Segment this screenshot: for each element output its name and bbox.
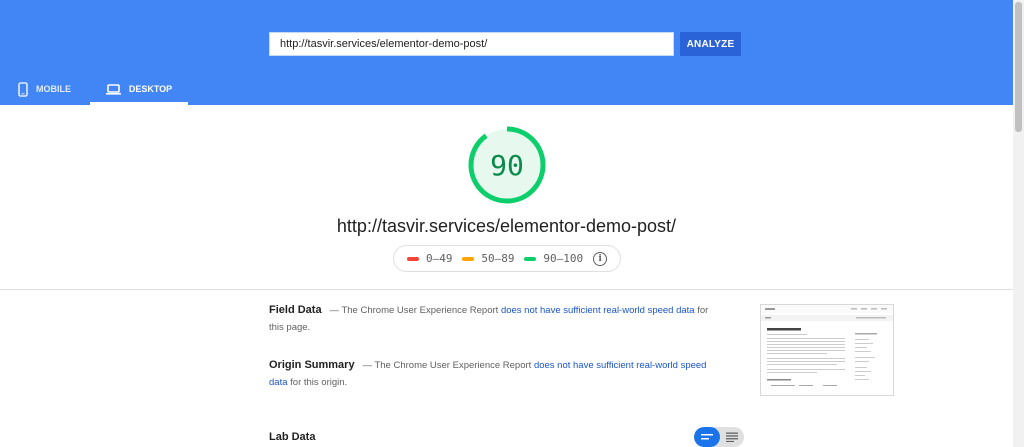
legend-label-average: 50–89 — [481, 252, 515, 265]
origin-summary-section: Origin Summary — The Chrome User Experie… — [269, 357, 709, 391]
tab-mobile-label: MOBILE — [36, 84, 71, 94]
list-compact-icon — [701, 433, 713, 439]
list-detail-icon — [726, 432, 738, 442]
field-data-link[interactable]: does not have sufficient real-world spee… — [501, 305, 695, 316]
scrollbar[interactable] — [1013, 0, 1024, 447]
tab-desktop-label: DESKTOP — [128, 84, 173, 94]
score-value: 90 — [490, 148, 524, 182]
scroll-thumb[interactable] — [1015, 2, 1022, 132]
legend-item-average: 50–89 — [462, 252, 514, 265]
origin-summary-text: The Chrome User Experience Report — [374, 360, 532, 371]
legend-item-good: 90–100 — [524, 252, 583, 265]
legend-label-good: 90–100 — [543, 252, 584, 265]
detail-view-toggle[interactable] — [720, 427, 744, 447]
laptop-icon — [105, 83, 121, 95]
legend-dash-poor — [406, 256, 419, 261]
header-bar: ANALYZE MOBILE DESKTOP — [0, 0, 1013, 105]
view-toggle[interactable] — [694, 427, 744, 447]
origin-summary-title: Origin Summary — [269, 359, 355, 371]
analyzed-url: http://tasvir.services/elementor-demo-po… — [336, 216, 677, 236]
tab-indicator — [90, 102, 188, 105]
page-screenshot-thumbnail — [760, 304, 894, 396]
analyze-button[interactable]: ANALYZE — [680, 32, 741, 56]
summary-view-toggle[interactable] — [694, 427, 720, 447]
lab-data-title: Lab Data — [269, 431, 316, 443]
section-divider — [0, 289, 1013, 290]
score-legend: 0–49 50–89 90–100 i — [393, 245, 621, 272]
phone-icon — [18, 81, 28, 97]
field-data-title: Field Data — [269, 304, 322, 316]
field-data-text: The Chrome User Experience Report — [341, 305, 499, 316]
legend-label-poor: 0–49 — [425, 252, 453, 265]
legend-dash-good — [524, 256, 537, 261]
url-input[interactable] — [269, 32, 674, 56]
origin-summary-dash: — — [362, 360, 373, 371]
thumbnail-preview — [761, 305, 893, 386]
tab-mobile[interactable]: MOBILE — [18, 74, 71, 104]
field-data-section: Field Data — The Chrome User Experience … — [269, 302, 709, 336]
info-icon[interactable]: i — [593, 251, 608, 266]
legend-dash-average — [462, 256, 475, 261]
tab-desktop[interactable]: DESKTOP — [90, 74, 188, 104]
field-data-dash: — — [329, 305, 340, 316]
legend-item-poor: 0–49 — [406, 252, 453, 265]
origin-summary-text-after: for this origin. — [290, 377, 348, 388]
